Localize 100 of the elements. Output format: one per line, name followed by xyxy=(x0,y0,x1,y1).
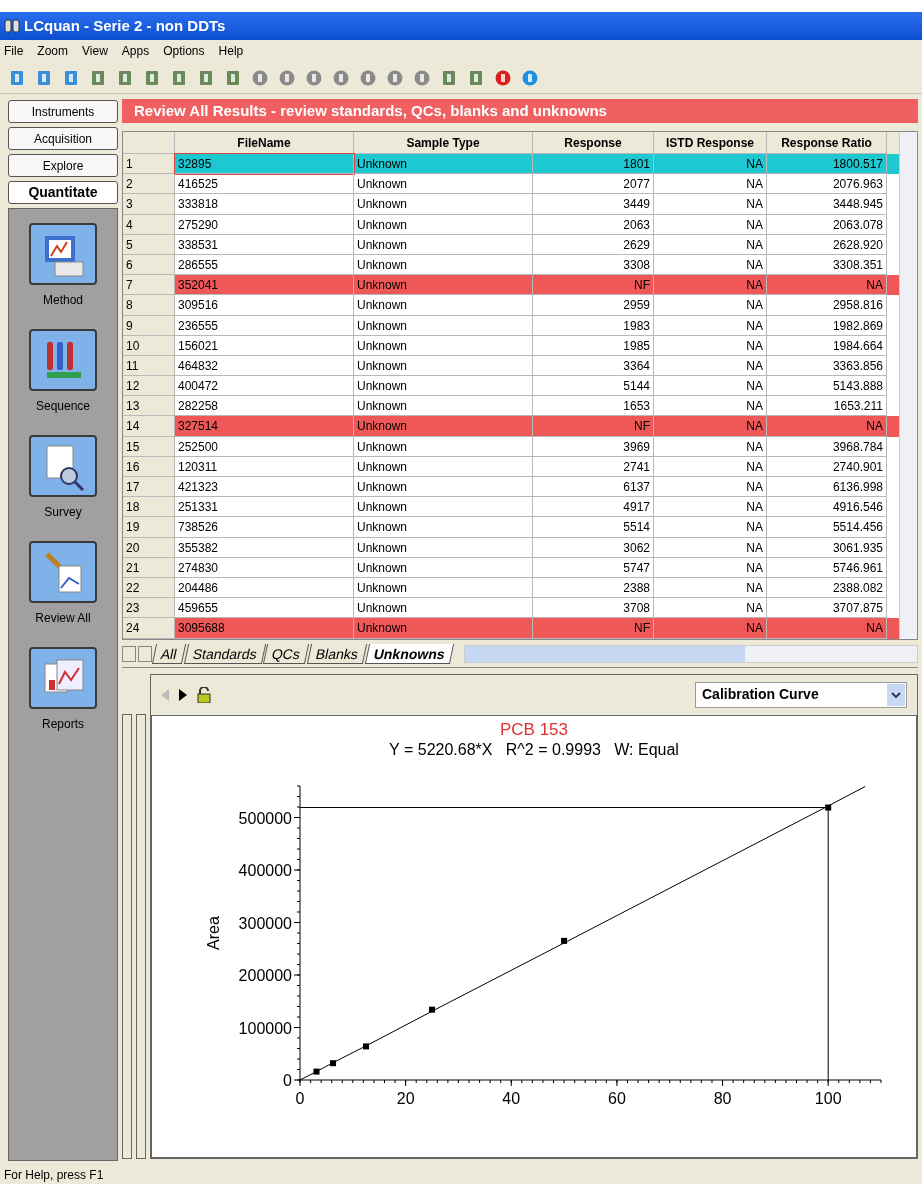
row-number: 16 xyxy=(123,456,175,477)
row-number: 18 xyxy=(123,497,175,518)
chart-title: PCB 153 xyxy=(499,719,568,740)
table-cell: Unknown xyxy=(354,618,533,639)
row-number: 6 xyxy=(123,254,175,276)
tick-label: 400000 xyxy=(238,861,292,879)
chart-equation: Y = 5220.68*X R^2 = 0.9993 W: Equal xyxy=(389,739,679,760)
status-bar: For Help, press F1 xyxy=(0,1165,922,1184)
tick-label: 100 xyxy=(814,1089,842,1107)
table-cell: 1985 xyxy=(533,335,654,356)
row-number: 10 xyxy=(123,335,175,356)
tick-label: 200000 xyxy=(238,966,292,984)
table-cell: 355382 xyxy=(175,537,354,558)
table-cell: 3095688 xyxy=(175,618,354,639)
table-cell: 1982.869 xyxy=(767,315,887,336)
table-cell: NA xyxy=(654,517,767,538)
table-cell: 2063 xyxy=(533,214,654,235)
table-cell: 3448.945 xyxy=(767,194,887,215)
table-cell: 333818 xyxy=(175,194,354,215)
tick-label: 0 xyxy=(283,1071,292,1089)
tick-label: 40 xyxy=(502,1089,521,1107)
tick-label: 60 xyxy=(608,1089,626,1107)
table-cell: NA xyxy=(654,335,767,356)
table-cell: NA xyxy=(654,557,767,578)
sidebar-label: Method xyxy=(43,292,83,309)
table-cell: Unknown xyxy=(354,234,533,255)
table-cell: 327514 xyxy=(175,416,354,437)
row-number: 7 xyxy=(123,275,175,296)
table-cell: Unknown xyxy=(354,537,533,558)
row-number: 4 xyxy=(123,214,175,235)
table-cell: Unknown xyxy=(354,335,533,356)
table-cell: 274830 xyxy=(175,557,354,578)
table-cell: NF xyxy=(533,416,654,437)
table-cell: 2958.816 xyxy=(767,295,887,316)
table-cell: 32895 xyxy=(175,154,354,175)
row-number: 17 xyxy=(123,477,175,498)
row-number: 1 xyxy=(123,154,175,175)
table-cell: Unknown xyxy=(354,517,533,538)
row-number: 9 xyxy=(123,315,175,336)
row-number: 14 xyxy=(123,416,175,437)
tick-label: 0 xyxy=(295,1089,305,1107)
row-number: 11 xyxy=(123,355,175,377)
table-cell: 5747 xyxy=(533,557,654,578)
table-cell: NA xyxy=(654,315,767,336)
table-cell: 3968.784 xyxy=(767,436,887,457)
tick-label: 80 xyxy=(713,1089,732,1107)
row-number: 22 xyxy=(123,577,175,599)
table-cell: Unknown xyxy=(354,295,533,316)
row-number: 24 xyxy=(123,618,175,639)
table-cell: 252500 xyxy=(175,436,354,457)
table-cell: NA xyxy=(654,537,767,558)
table-cell: 3062 xyxy=(533,537,654,558)
table-cell: NA xyxy=(654,416,767,437)
row-number: 5 xyxy=(123,234,175,255)
table-cell: Unknown xyxy=(354,214,533,235)
table-cell: Unknown xyxy=(354,436,533,457)
tick-label: 100000 xyxy=(238,1019,292,1036)
tick-label: 300000 xyxy=(238,914,292,931)
table-cell: 309516 xyxy=(175,295,354,316)
table-cell: 1984.664 xyxy=(767,335,887,356)
table-cell: NA xyxy=(654,436,767,457)
table-cell: 2063.078 xyxy=(767,214,887,235)
tick-label: 20 xyxy=(396,1089,415,1107)
axis-title: Area xyxy=(205,915,222,950)
table-cell: NA xyxy=(654,214,767,235)
table-cell: 236555 xyxy=(175,315,354,336)
row-number: 13 xyxy=(123,396,175,417)
row-number: 20 xyxy=(123,537,175,558)
table-cell: NF xyxy=(533,618,654,639)
row-number: 12 xyxy=(123,376,175,397)
table-cell: 5514.456 xyxy=(767,517,887,538)
table-cell: 738526 xyxy=(175,517,354,538)
table-cell: 3061.935 xyxy=(767,537,887,558)
table-cell: NA xyxy=(767,416,887,437)
table-cell: NA xyxy=(767,618,887,639)
table-cell: 3449 xyxy=(533,194,654,215)
table-cell: 2959 xyxy=(533,295,654,316)
row-number: 21 xyxy=(123,557,175,578)
table-cell: 5514 xyxy=(533,517,654,538)
banner: Review All Results - review standards, QCs, blanks and unknowns xyxy=(122,99,918,123)
window-title: LCquan - Serie 2 - non DDTs xyxy=(24,15,226,36)
table-cell: NA xyxy=(654,234,767,255)
row-number: 15 xyxy=(123,436,175,457)
table-cell: 275290 xyxy=(175,214,354,235)
table-cell: 338531 xyxy=(175,234,354,255)
table-cell: 3969 xyxy=(533,436,654,457)
row-number: 23 xyxy=(123,598,175,619)
table-cell: 5746.961 xyxy=(767,557,887,578)
table-cell: 2629 xyxy=(533,234,654,255)
row-number: 8 xyxy=(123,295,175,316)
table-cell: Unknown xyxy=(354,557,533,578)
sidebar-label: Review All xyxy=(35,610,91,627)
row-number: 19 xyxy=(123,517,175,538)
table-cell: NA xyxy=(654,194,767,215)
sidebar-label: Survey xyxy=(44,504,82,521)
table-cell: NA xyxy=(654,618,767,639)
sidebar-label: Sequence xyxy=(35,398,90,415)
table-cell: NA xyxy=(654,295,767,316)
table-cell: Unknown xyxy=(354,416,533,437)
row-number: 2 xyxy=(123,174,175,195)
